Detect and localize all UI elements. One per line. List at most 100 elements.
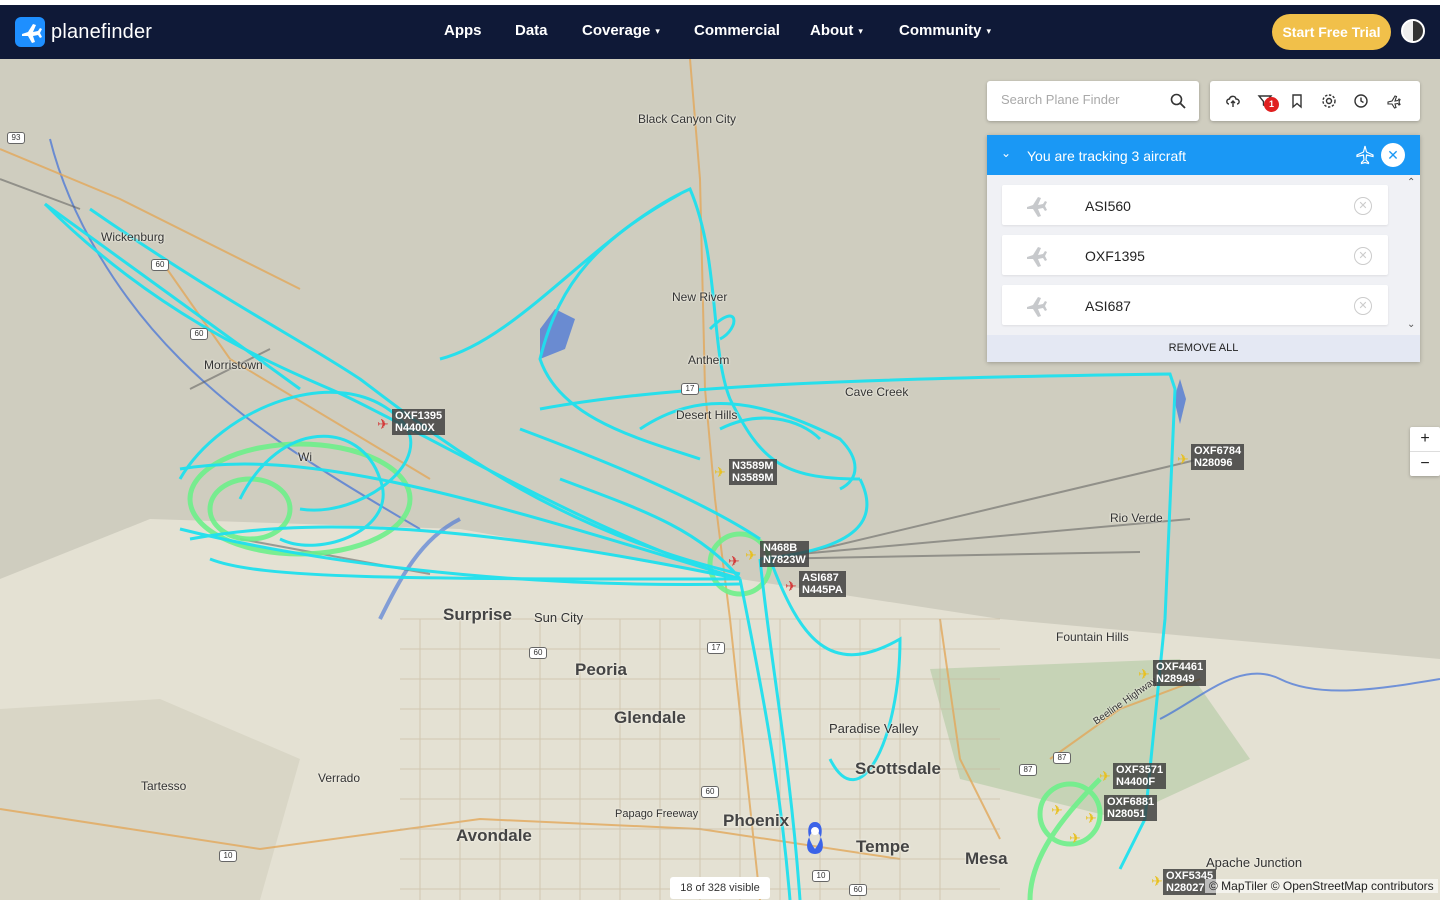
place-label: Tempe bbox=[856, 837, 910, 856]
scroll-down-icon[interactable]: ⌄ bbox=[1407, 319, 1415, 330]
filter-count-badge: 1 bbox=[1264, 97, 1279, 112]
nav-data[interactable]: Data bbox=[515, 22, 548, 39]
place-label: Apache Junction bbox=[1206, 855, 1303, 870]
place-label: Rio Verde bbox=[1110, 511, 1163, 525]
search-input[interactable] bbox=[1001, 92, 1161, 107]
gear-icon[interactable] bbox=[1321, 93, 1337, 109]
chevron-down-icon: ▾ bbox=[655, 25, 660, 36]
search-icon[interactable] bbox=[1170, 93, 1186, 109]
remove-aircraft-button[interactable]: ✕ bbox=[1354, 247, 1372, 265]
map-attribution[interactable]: © MapTiler © OpenStreetMap contributors bbox=[1205, 879, 1438, 893]
place-label: Tartesso bbox=[141, 779, 187, 793]
nav-apps[interactable]: Apps bbox=[444, 22, 482, 39]
plane-icon bbox=[1027, 197, 1047, 217]
tracked-callsign: ASI560 bbox=[1085, 198, 1131, 214]
aircraft-label[interactable]: N468B N7823W bbox=[760, 541, 809, 567]
nav-community[interactable]: Community ▾ bbox=[899, 22, 991, 39]
route-shield: 60 bbox=[190, 328, 208, 340]
place-label: Peoria bbox=[575, 660, 627, 679]
nav-label: Apps bbox=[444, 22, 482, 39]
place-label: Anthem bbox=[688, 353, 730, 367]
history-icon[interactable] bbox=[1353, 93, 1369, 109]
aircraft-callsign: OXF6784 bbox=[1194, 445, 1242, 457]
place-label: Paradise Valley bbox=[829, 721, 919, 736]
place-label: Verrado bbox=[318, 771, 361, 785]
tracked-aircraft-item[interactable]: ASI687 ✕ bbox=[1002, 285, 1388, 325]
aircraft-icon[interactable]: ✈ bbox=[1050, 803, 1064, 817]
avatar[interactable] bbox=[1401, 19, 1425, 43]
route-shield: 87 bbox=[1053, 752, 1071, 764]
tracked-aircraft-item[interactable]: ASI560 ✕ bbox=[1002, 185, 1388, 225]
start-free-trial-button[interactable]: Start Free Trial bbox=[1272, 14, 1391, 50]
aircraft-icon[interactable]: ✈ bbox=[1150, 874, 1164, 888]
zoom-out-button[interactable]: − bbox=[1410, 452, 1440, 476]
place-label: New River bbox=[672, 290, 728, 304]
aircraft-label[interactable]: OXF4461 N28949 bbox=[1153, 660, 1207, 686]
tracking-panel: ⌄ You are tracking 3 aircraft ✕ ⌃ ⌄ ASI5… bbox=[987, 135, 1420, 362]
tracking-header: ⌄ You are tracking 3 aircraft ✕ bbox=[987, 135, 1420, 175]
search-box bbox=[987, 81, 1199, 121]
plane-settings-icon[interactable] bbox=[1385, 93, 1401, 109]
plane-icon bbox=[1027, 297, 1047, 317]
cloud-upload-icon[interactable] bbox=[1225, 93, 1241, 109]
aircraft-icon[interactable]: ✈ bbox=[1068, 831, 1082, 845]
aircraft-registration: N4400X bbox=[395, 422, 435, 434]
aircraft-label[interactable]: OXF6784 N28096 bbox=[1191, 444, 1245, 470]
aircraft-icon[interactable]: ✈ bbox=[744, 548, 758, 562]
brand-logo[interactable]: planefinder bbox=[15, 17, 152, 47]
aircraft-icon[interactable]: ✈ bbox=[784, 579, 798, 593]
zoom-controls: + − bbox=[1410, 427, 1440, 476]
place-label: Sun City bbox=[534, 610, 584, 625]
remove-aircraft-button[interactable]: ✕ bbox=[1354, 297, 1372, 315]
place-label: Black Canyon City bbox=[638, 112, 737, 126]
aircraft-label[interactable]: OXF3571 N4400F bbox=[1113, 763, 1167, 789]
place-label: Papago Freeway bbox=[615, 808, 699, 820]
nav-coverage[interactable]: Coverage ▾ bbox=[582, 22, 660, 39]
tracking-title: You are tracking 3 aircraft bbox=[1027, 148, 1187, 164]
aircraft-callsign: OXF3571 bbox=[1116, 764, 1164, 776]
aircraft-label[interactable]: OXF6881 N28051 bbox=[1104, 795, 1158, 821]
brand-name: planefinder bbox=[51, 20, 153, 43]
aircraft-icon[interactable]: ✈ bbox=[1084, 811, 1098, 825]
place-label: Glendale bbox=[614, 708, 686, 727]
aircraft-registration: N445PA bbox=[802, 584, 843, 596]
nav-commercial[interactable]: Commercial bbox=[694, 22, 780, 39]
aircraft-icon[interactable]: ✈ bbox=[1176, 452, 1190, 466]
route-shield: 60 bbox=[151, 259, 169, 271]
place-label: Morristown bbox=[204, 358, 263, 372]
route-shield: 17 bbox=[707, 642, 725, 654]
nav-about[interactable]: About ▾ bbox=[810, 22, 863, 39]
remove-aircraft-button[interactable]: ✕ bbox=[1354, 197, 1372, 215]
aircraft-icon[interactable]: ✈ bbox=[376, 417, 390, 431]
aircraft-label[interactable]: N3589M N3589M bbox=[729, 459, 777, 485]
aircraft-label[interactable]: OXF1395 N4400X bbox=[392, 409, 446, 435]
place-label: Avondale bbox=[456, 826, 532, 845]
nav-label: Coverage bbox=[582, 22, 651, 39]
attribution-text: © MapTiler © OpenStreetMap contributors bbox=[1209, 879, 1434, 893]
route-shield: 93 bbox=[7, 132, 25, 144]
map-toolbar bbox=[1210, 81, 1420, 121]
chevron-down-icon: ▾ bbox=[858, 25, 863, 36]
route-shield: 17 bbox=[681, 383, 699, 395]
aircraft-registration: N28051 bbox=[1107, 808, 1146, 820]
aircraft-icon[interactable]: ✈ bbox=[727, 554, 741, 568]
route-shield: 10 bbox=[219, 850, 237, 862]
flight-map[interactable]: 93 60 60 17 60 17 10 60 87 87 10 60 Blac… bbox=[0, 59, 1440, 900]
tracked-aircraft-item[interactable]: OXF1395 ✕ bbox=[1002, 235, 1388, 275]
aircraft-icon[interactable]: ✈ bbox=[713, 465, 727, 479]
place-label: Fountain Hills bbox=[1056, 630, 1129, 644]
close-tracking-button[interactable]: ✕ bbox=[1381, 143, 1405, 167]
place-label: Phoenix bbox=[723, 811, 790, 830]
bookmark-icon[interactable] bbox=[1289, 93, 1305, 109]
place-label: Cave Creek bbox=[845, 385, 909, 399]
aircraft-registration: N3589M bbox=[732, 472, 774, 484]
aircraft-label[interactable]: ASI687 N445PA bbox=[799, 571, 846, 597]
plane-outline-icon[interactable] bbox=[1355, 145, 1375, 165]
aircraft-icon[interactable]: ✈ bbox=[1137, 667, 1151, 681]
remove-all-button[interactable]: REMOVE ALL bbox=[987, 335, 1420, 362]
chevron-down-icon[interactable]: ⌄ bbox=[1001, 146, 1011, 160]
scroll-up-icon[interactable]: ⌃ bbox=[1407, 177, 1415, 188]
aircraft-icon[interactable]: ✈ bbox=[1098, 769, 1112, 783]
zoom-in-button[interactable]: + bbox=[1410, 427, 1440, 451]
aircraft-registration: N7823W bbox=[763, 554, 806, 566]
